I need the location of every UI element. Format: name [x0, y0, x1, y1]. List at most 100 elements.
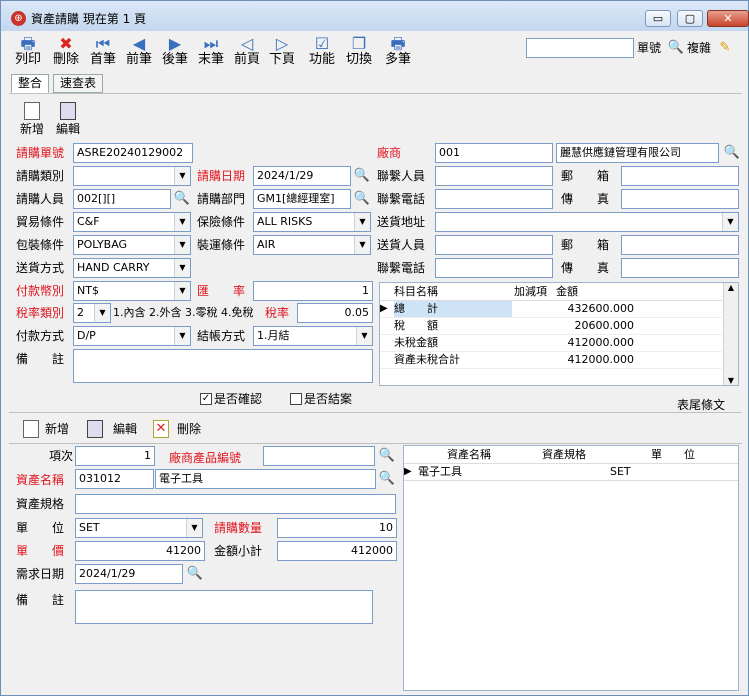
- packing-select[interactable]: POLYBAG ▼: [73, 235, 191, 255]
- summary-row-name[interactable]: 資產未稅合計: [394, 352, 512, 368]
- toolbar-function-button[interactable]: ☑ 功能: [305, 33, 339, 71]
- summary-row-amount[interactable]: 412000.000: [554, 352, 634, 368]
- delivery-addr-select[interactable]: ▼: [435, 212, 739, 232]
- requester-field[interactable]: 002[][]: [73, 189, 171, 209]
- closed-checkbox[interactable]: [290, 393, 302, 405]
- copy-wand-icon[interactable]: ✎: [716, 39, 734, 57]
- tab-quick-lookup[interactable]: 速查表: [53, 74, 103, 93]
- detail-new-button[interactable]: 新增: [45, 419, 69, 439]
- remark-textarea[interactable]: [73, 349, 373, 383]
- summary-grid[interactable]: 科目名稱 加減項 金額 ▶ 總 計 432600.000 稅 額 20600.000 未稅…: [379, 282, 739, 386]
- toolbar-delete-button[interactable]: ✖ 刪除: [49, 33, 83, 71]
- mailbox-field[interactable]: [621, 166, 739, 186]
- scroll-up-icon[interactable]: ▲: [724, 283, 738, 292]
- insurance-select[interactable]: ALL RISKS ▼: [253, 212, 371, 232]
- scroll-down-icon[interactable]: ▼: [724, 376, 738, 385]
- detail-row-name[interactable]: 電子工具: [418, 464, 520, 480]
- order-no-field[interactable]: ASRE20240129002: [73, 143, 193, 163]
- price-field[interactable]: 41200: [75, 541, 205, 561]
- chevron-down-icon[interactable]: ▼: [354, 236, 370, 254]
- chevron-down-icon[interactable]: ▼: [356, 327, 372, 345]
- minimize-button[interactable]: ▭: [645, 10, 671, 27]
- toolbar-switch-button[interactable]: ❐ 切換: [342, 33, 376, 71]
- header-edit-button[interactable]: 編輯: [53, 102, 83, 138]
- header-new-button[interactable]: 新增: [17, 102, 47, 138]
- chevron-down-icon[interactable]: ▼: [174, 259, 190, 277]
- vendor-code-field[interactable]: 001: [435, 143, 553, 163]
- fax2-field[interactable]: [621, 258, 739, 278]
- contact-field[interactable]: [435, 166, 553, 186]
- tax-rate-field[interactable]: 0.05: [297, 303, 373, 323]
- vendor-item-search-icon[interactable]: 🔍: [378, 447, 396, 465]
- rate-field[interactable]: 1: [253, 281, 373, 301]
- toolbar-prev-page-button[interactable]: ◁ 前頁: [230, 33, 264, 71]
- vendor-search-icon[interactable]: 🔍: [723, 144, 741, 162]
- confirmed-checkbox[interactable]: ✓: [200, 393, 212, 405]
- need-date-field[interactable]: 2024/1/29: [75, 564, 183, 584]
- toolbar-last-record-button[interactable]: ⏭ 末筆: [194, 33, 228, 71]
- chevron-down-icon[interactable]: ▼: [174, 167, 190, 185]
- chevron-down-icon[interactable]: ▼: [174, 236, 190, 254]
- need-date-picker-icon[interactable]: 🔍: [186, 565, 204, 583]
- fax-field[interactable]: [621, 189, 739, 209]
- subtotal-field[interactable]: 412000: [277, 541, 397, 561]
- settle-select[interactable]: 1.月結 ▼: [253, 326, 373, 346]
- date-picker-icon[interactable]: 🔍: [353, 167, 371, 185]
- detail-remark-textarea[interactable]: [75, 590, 373, 624]
- summary-row-name[interactable]: 未稅金額: [394, 335, 512, 351]
- payment-select[interactable]: D/P ▼: [73, 326, 191, 346]
- unit-select[interactable]: SET ▼: [75, 518, 203, 538]
- contact-phone-field[interactable]: [435, 189, 553, 209]
- summary-scrollbar[interactable]: ▲ ▼: [723, 283, 738, 385]
- currency-select[interactable]: NT$ ▼: [73, 281, 191, 301]
- chevron-down-icon[interactable]: ▼: [174, 282, 190, 300]
- toolbar-next-page-button[interactable]: ▷ 下頁: [265, 33, 299, 71]
- requester-search-icon[interactable]: 🔍: [173, 190, 191, 208]
- mailbox2-field[interactable]: [621, 235, 739, 255]
- detail-grid[interactable]: 資產名稱 資產規格 單 位 ▶ 電子工具 SET: [403, 445, 739, 691]
- asset-code-field[interactable]: 031012: [75, 469, 154, 489]
- dept-search-icon[interactable]: 🔍: [353, 190, 371, 208]
- detail-edit-button[interactable]: 編輯: [113, 419, 137, 439]
- chevron-down-icon[interactable]: ▼: [94, 304, 110, 322]
- asset-search-icon[interactable]: 🔍: [378, 470, 396, 488]
- close-button[interactable]: ✕: [707, 10, 749, 27]
- chevron-down-icon[interactable]: ▼: [174, 327, 190, 345]
- vendor-name-field[interactable]: 麗慧供應鏈管理有限公司: [556, 143, 719, 163]
- maximize-button[interactable]: ▢: [677, 10, 703, 27]
- chevron-down-icon[interactable]: ▼: [354, 213, 370, 231]
- detail-delete-icon[interactable]: ✕: [153, 420, 169, 438]
- search-input[interactable]: [526, 38, 634, 58]
- search-icon[interactable]: 🔍: [667, 39, 685, 57]
- detail-new-icon[interactable]: [23, 420, 39, 438]
- seq-field[interactable]: 1: [75, 446, 155, 466]
- contact-phone2-field[interactable]: [435, 258, 553, 278]
- toolbar-prev-record-button[interactable]: ◀ 前筆: [122, 33, 156, 71]
- order-date-field[interactable]: 2024/1/29: [253, 166, 351, 186]
- trade-terms-select[interactable]: C&F ▼: [73, 212, 191, 232]
- tax-type-select[interactable]: 2 ▼: [73, 303, 111, 323]
- tab-integrated[interactable]: 整合: [11, 74, 49, 93]
- toolbar-multi-record-button[interactable]: 🖶 多筆: [381, 33, 415, 71]
- detail-row-unit[interactable]: SET: [610, 464, 738, 480]
- shipping-select[interactable]: AIR ▼: [253, 235, 371, 255]
- summary-row-amount[interactable]: 20600.000: [554, 318, 635, 334]
- chevron-down-icon[interactable]: ▼: [722, 213, 738, 231]
- chevron-down-icon[interactable]: ▼: [186, 519, 202, 537]
- detail-delete-button[interactable]: 刪除: [177, 419, 201, 439]
- asset-name-field[interactable]: 電子工具: [155, 469, 376, 489]
- summary-row-amount[interactable]: 412000.000: [554, 335, 634, 351]
- qty-field[interactable]: 10: [277, 518, 397, 538]
- detail-edit-icon[interactable]: [87, 420, 103, 438]
- toolbar-first-record-button[interactable]: ⏮ 首筆: [86, 33, 120, 71]
- chevron-down-icon[interactable]: ▼: [174, 213, 190, 231]
- toolbar-printer-button[interactable]: 🖶 列印: [11, 33, 45, 71]
- dept-field[interactable]: GM1[總經理室]: [253, 189, 351, 209]
- ship-method-select[interactable]: HAND CARRY ▼: [73, 258, 191, 278]
- summary-row-amount[interactable]: 432600.000: [554, 301, 634, 317]
- delivery-person-field[interactable]: [435, 235, 553, 255]
- vendor-item-no-field[interactable]: [263, 446, 375, 466]
- toolbar-next-record-button[interactable]: ▶ 後筆: [158, 33, 192, 71]
- copy-label[interactable]: 複雜: [687, 38, 711, 58]
- summary-row-name[interactable]: 稅 額: [394, 318, 512, 334]
